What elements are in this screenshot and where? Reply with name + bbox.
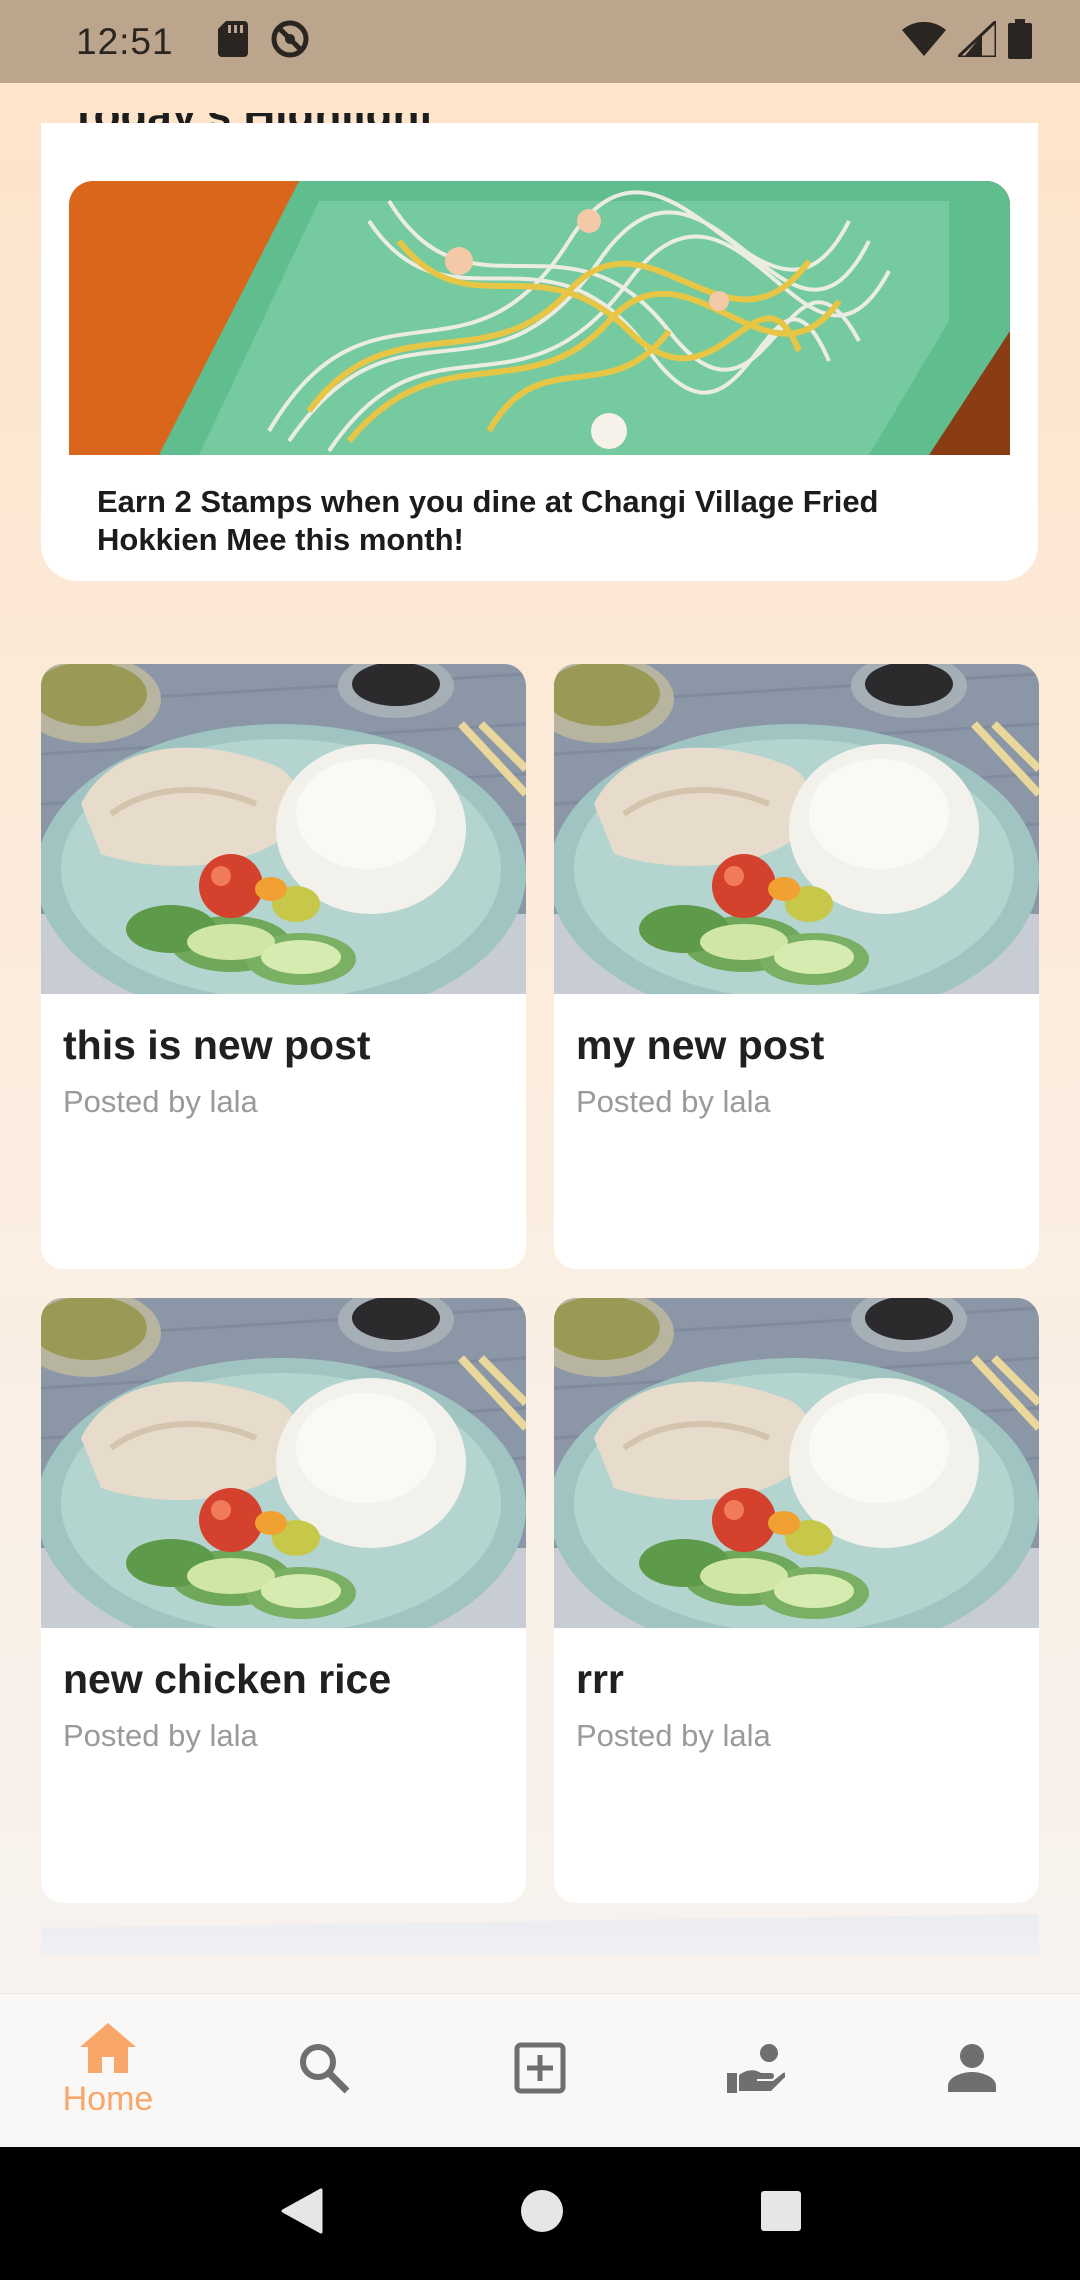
search-icon [298,2042,350,2099]
post-title: rrr [576,1656,624,1702]
nav-add-post[interactable] [432,1994,648,2147]
home-button-icon[interactable] [520,2189,564,2238]
nav-profile[interactable] [864,1994,1080,2147]
post-author: Posted by lala [576,1084,771,1119]
do-not-disturb-icon [270,19,310,64]
highlight-description: Earn 2 Stamps when you dine at Changi Vi… [97,484,879,557]
next-section-peek [41,1914,1039,1954]
home-feed[interactable]: Today's Highlight Earn 2 Stamps when you… [0,83,1080,1993]
status-time: 12:51 [76,20,174,62]
highlight-image [69,181,1010,455]
nav-home-label: Home [62,2079,154,2118]
post-author: Posted by lala [576,1718,771,1753]
nav-rewards[interactable] [648,1994,864,2147]
post-card[interactable]: this is new post Posted by lala [41,664,526,1269]
bottom-navigation: Home [0,1993,1080,2147]
nav-home[interactable]: Home [0,1994,216,2147]
post-image [554,1298,1039,1628]
post-title: new chicken rice [63,1656,392,1702]
back-icon[interactable] [279,2188,323,2239]
cellular-signal-icon [954,17,998,62]
post-image [41,664,526,994]
recents-icon[interactable] [761,2191,802,2236]
post-image [41,1298,526,1628]
system-navigation-bar [0,2147,1080,2280]
nav-search[interactable] [216,1994,432,2147]
post-author: Posted by lala [63,1084,258,1119]
highlight-card[interactable]: Earn 2 Stamps when you dine at Changi Vi… [41,123,1038,581]
post-title: this is new post [63,1022,371,1068]
post-card[interactable]: rrr Posted by lala [554,1298,1039,1903]
add-box-icon [514,2042,566,2099]
person-icon [948,2044,996,2097]
wifi-icon [902,21,946,61]
post-image [554,664,1039,994]
battery-icon [1008,19,1032,64]
post-title: my new post [576,1022,825,1068]
sd-card-icon [217,21,248,62]
status-bar: 12:51 [0,0,1080,83]
home-icon [80,2022,136,2078]
rewards-hand-icon [727,2043,786,2098]
post-card[interactable]: new chicken rice Posted by lala [41,1298,526,1903]
post-author: Posted by lala [63,1718,258,1753]
post-card[interactable]: my new post Posted by lala [554,664,1039,1269]
